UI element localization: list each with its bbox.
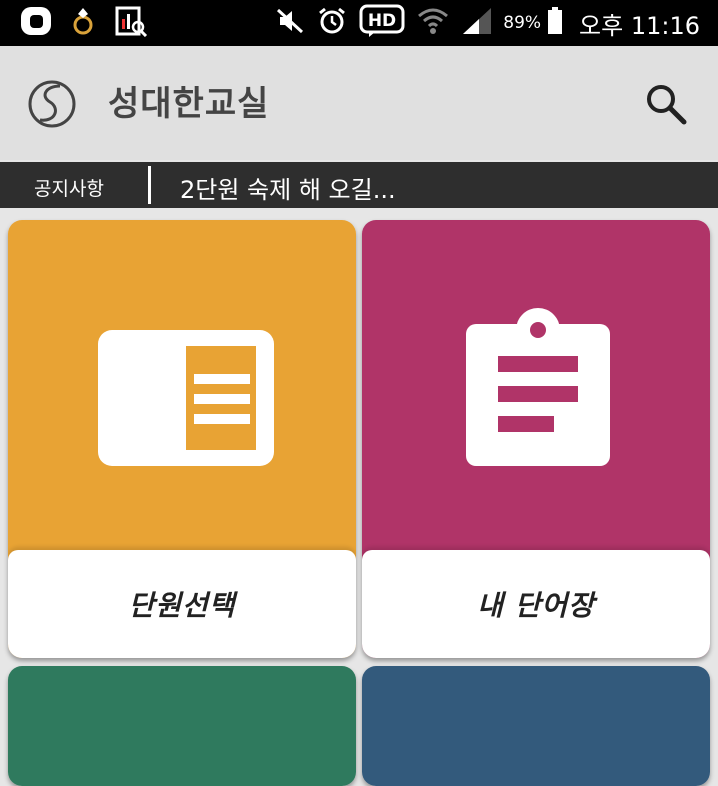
battery-percent: 89% (503, 13, 542, 33)
my-vocab-tile[interactable]: 내 단어장 (362, 220, 710, 658)
book-icon (98, 330, 276, 472)
report-icon (114, 5, 148, 41)
menu-tile-4[interactable] (362, 666, 710, 786)
mute-icon (275, 6, 305, 40)
status-bar: HD 89% 오후 11:16 (0, 0, 718, 46)
status-clock: 오후 11:16 (579, 11, 700, 40)
ring-icon (70, 5, 96, 41)
notice-divider (148, 166, 151, 204)
unit-select-label: 단원선택 (128, 589, 236, 622)
menu-tile-3[interactable] (8, 666, 356, 786)
signal-icon (461, 6, 493, 40)
search-icon (647, 85, 687, 125)
my-vocab-label: 내 단어장 (477, 589, 595, 622)
wifi-icon (417, 6, 449, 40)
app-bar: 성대한교실 (0, 46, 718, 160)
menu-tile-4-bg (362, 666, 710, 786)
notice-text[interactable]: 2단원 숙제 해 오길... (180, 170, 396, 205)
battery-icon (547, 7, 563, 39)
app-title: 성대한교실 (108, 84, 270, 124)
carrier-logo-icon (20, 5, 52, 41)
search-button[interactable] (642, 80, 690, 128)
unit-select-tile[interactable]: 단원선택 (8, 220, 356, 658)
app-logo-icon (26, 78, 78, 130)
my-vocab-tile-footer: 내 단어장 (362, 550, 710, 658)
unit-select-tile-footer: 단원선택 (8, 550, 356, 658)
alarm-icon (317, 6, 347, 40)
hd-voice-icon: HD (359, 4, 405, 42)
notice-bar[interactable]: 공지사항 2단원 숙제 해 오길... (0, 162, 718, 208)
menu-tile-3-bg (8, 666, 356, 786)
status-bar-left (20, 5, 166, 41)
svg-text:HD: HD (368, 11, 396, 31)
notice-label: 공지사항 (34, 178, 104, 200)
clipboard-icon (466, 308, 612, 474)
status-bar-right: HD 89% 오후 11:16 (263, 4, 700, 42)
